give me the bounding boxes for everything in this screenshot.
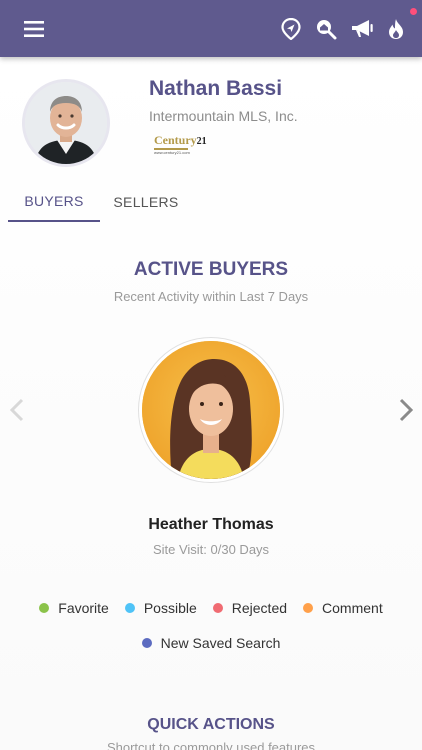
brokerage-logo: Century21 www.century21.com [154,133,207,155]
active-buyers-subtitle: Recent Activity within Last 7 Days [113,289,309,304]
chevron-right-icon[interactable] [396,397,416,423]
buyer-name: Heather Thomas [148,516,274,533]
legend-rejected: Rejected [212,600,287,616]
location-pin-icon[interactable] [276,14,306,44]
active-buyers-title: ACTIVE BUYERS [133,259,289,280]
agent-name: Nathan Bassi [149,77,283,100]
legend-comment: Comment [303,600,383,616]
main-content: Nathan Bassi Intermountain MLS, Inc. Cen… [0,57,422,750]
menu-icon[interactable] [19,14,49,44]
legend-favorite: Favorite [39,600,109,616]
buyer-seller-tabs: BUYERS SELLERS [8,182,192,222]
megaphone-icon[interactable] [347,14,377,44]
buyer-site-visit: Site Visit: 0/30 Days [152,542,270,557]
rejected-dot [212,603,223,613]
tab-buyers[interactable]: BUYERS [8,182,100,222]
possible-dot [124,603,135,613]
flame-icon[interactable] [381,14,411,44]
quick-actions-subtitle: Shortcut to commonly used features [106,740,316,750]
agent-organization: Intermountain MLS, Inc. [149,108,298,124]
top-app-bar [0,0,422,57]
legend-possible: Possible [124,600,197,616]
activity-legend: Favorite Possible Rejected Comment [0,600,422,616]
chevron-left-icon[interactable] [7,397,27,423]
notification-dot [410,8,417,15]
tab-sellers[interactable]: SELLERS [100,182,192,222]
activity-legend-row-2: New Saved Search [0,635,422,651]
quick-actions-title: QUICK ACTIONS [147,716,275,733]
buyer-avatar[interactable] [139,338,283,482]
comment-dot [303,603,314,613]
search-home-icon[interactable] [311,14,341,44]
new-saved-search-dot [141,638,152,648]
legend-new-saved-search: New Saved Search [141,635,280,651]
agent-avatar [22,79,110,167]
favorite-dot [39,603,50,613]
